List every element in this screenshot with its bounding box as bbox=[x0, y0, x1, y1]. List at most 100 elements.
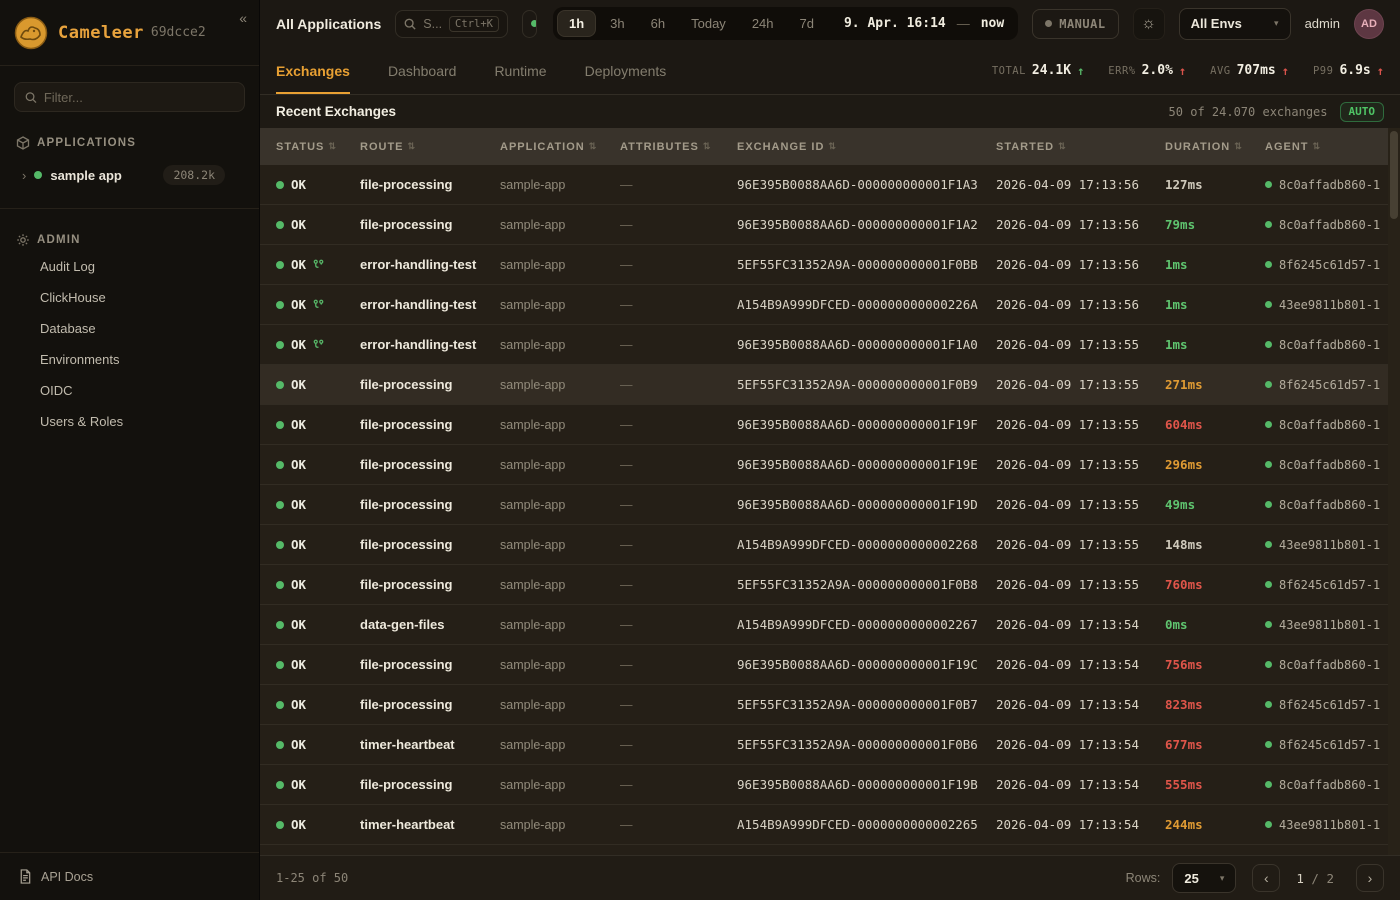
agent-status-dot bbox=[1265, 821, 1272, 828]
sidebar-item-database[interactable]: Database bbox=[0, 313, 259, 344]
table-row[interactable]: OKfile-processingsample-app—96E395B0088A… bbox=[260, 205, 1400, 245]
tab-deployments[interactable]: Deployments bbox=[585, 47, 667, 94]
next-page-button[interactable]: › bbox=[1356, 864, 1384, 892]
sidebar-item-users-roles[interactable]: Users & Roles bbox=[0, 406, 259, 437]
exchange-id-cell: 96E395B0088AA6D-000000000001F1A0 bbox=[737, 337, 996, 352]
app-item-count-badge: 208.2k bbox=[163, 165, 225, 185]
filter-input[interactable] bbox=[44, 90, 234, 105]
started-cell: 2026-04-09 17:13:56 bbox=[996, 257, 1165, 272]
chevron-right-icon[interactable]: › bbox=[22, 168, 26, 183]
started-cell: 2026-04-09 17:13:56 bbox=[996, 217, 1165, 232]
sidebar-collapse-icon[interactable]: « bbox=[239, 10, 247, 26]
column-label: STARTED bbox=[996, 141, 1054, 153]
datetime-to[interactable]: now bbox=[981, 16, 1004, 31]
status-label: OK bbox=[291, 417, 306, 432]
column-header-application[interactable]: APPLICATION⇅ bbox=[500, 141, 620, 153]
attributes-cell: — bbox=[620, 258, 737, 272]
time-range-7d[interactable]: 7d bbox=[788, 10, 826, 37]
avatar[interactable]: AD bbox=[1354, 9, 1384, 39]
column-header-duration[interactable]: DURATION⇅ bbox=[1165, 141, 1265, 153]
attributes-cell: — bbox=[620, 178, 737, 192]
agent-id: 8f6245c61d57-1 bbox=[1279, 378, 1380, 392]
sidebar-item-oidc[interactable]: OIDC bbox=[0, 375, 259, 406]
duration-cell: 127ms bbox=[1165, 177, 1265, 192]
column-label: ATTRIBUTES bbox=[620, 141, 699, 153]
tab-exchanges[interactable]: Exchanges bbox=[276, 47, 350, 94]
table-row[interactable]: OKfile-processingsample-app—5EF55FC31352… bbox=[260, 365, 1400, 405]
agent-id: 8c0affadb860-1 bbox=[1279, 658, 1380, 672]
agent-status-dot bbox=[1265, 501, 1272, 508]
table-row[interactable]: OKfile-processingsample-app—96E395B0088A… bbox=[260, 405, 1400, 445]
datetime-from[interactable]: 9. Apr. 16:14 bbox=[844, 16, 946, 31]
table-row[interactable]: OKfile-processingsample-app—96E395B0088A… bbox=[260, 765, 1400, 805]
status-ok-dot bbox=[276, 461, 284, 469]
table-row[interactable]: OKfile-processingsample-app—96E395B0088A… bbox=[260, 645, 1400, 685]
table-row[interactable]: OKtimer-heartbeatsample-app—A154B9A999DF… bbox=[260, 805, 1400, 845]
time-range-24h[interactable]: 24h bbox=[740, 10, 786, 37]
column-header-agent[interactable]: AGENT⇅ bbox=[1265, 141, 1386, 153]
scrollbar-thumb[interactable] bbox=[1390, 131, 1398, 219]
attributes-cell: — bbox=[620, 498, 737, 512]
time-range-today[interactable]: Today bbox=[679, 10, 738, 37]
time-range-6h[interactable]: 6h bbox=[639, 10, 677, 37]
online-filter-button[interactable]: O bbox=[522, 10, 537, 38]
status-ok-dot bbox=[276, 581, 284, 589]
table-row[interactable]: OKfile-processingsample-app—96E395B0088A… bbox=[260, 165, 1400, 205]
table-footer: 1-25 of 50 Rows: 25 ▾ ‹ 1 / 2 › bbox=[260, 855, 1400, 900]
tab-dashboard[interactable]: Dashboard bbox=[388, 47, 457, 94]
table-row[interactable]: OK error-handling-testsample-app—5EF55FC… bbox=[260, 245, 1400, 285]
manual-refresh-button[interactable]: MANUAL bbox=[1032, 9, 1118, 39]
started-cell: 2026-04-09 17:13:54 bbox=[996, 657, 1165, 672]
duration-cell: 296ms bbox=[1165, 457, 1265, 472]
table-row[interactable]: OKdata-gen-filessample-app—A154B9A999DFC… bbox=[260, 605, 1400, 645]
environment-select[interactable]: All Envs ▾ bbox=[1179, 8, 1291, 40]
status-label: OK bbox=[291, 297, 306, 312]
admin-header-label: ADMIN bbox=[37, 234, 81, 246]
document-icon bbox=[18, 869, 32, 884]
column-header-attributes[interactable]: ATTRIBUTES⇅ bbox=[620, 141, 737, 153]
table-row[interactable]: OKfile-processingsample-app—96E395B0088A… bbox=[260, 485, 1400, 525]
attributes-cell: — bbox=[620, 338, 737, 352]
status-cell: OK bbox=[276, 297, 360, 312]
exchange-id-cell: 96E395B0088AA6D-000000000001F19D bbox=[737, 497, 996, 512]
sidebar-item-environments[interactable]: Environments bbox=[0, 344, 259, 375]
stat-label: ERR% bbox=[1108, 65, 1135, 77]
tab-runtime[interactable]: Runtime bbox=[494, 47, 546, 94]
app-item-label: sample app bbox=[50, 168, 122, 183]
time-range-3h[interactable]: 3h bbox=[598, 10, 636, 37]
stat-err: ERR%2.0%↑ bbox=[1108, 63, 1186, 78]
column-header-status[interactable]: STATUS⇅ bbox=[276, 141, 360, 153]
table-row[interactable]: OK error-handling-testsample-app—96E395B… bbox=[260, 325, 1400, 365]
agent-cell: 8c0affadb860-1 bbox=[1265, 218, 1386, 232]
sidebar-item-clickhouse[interactable]: ClickHouse bbox=[0, 282, 259, 313]
sidebar-item-audit-log[interactable]: Audit Log bbox=[0, 251, 259, 282]
prev-page-button[interactable]: ‹ bbox=[1252, 864, 1280, 892]
column-header-exchange-id[interactable]: EXCHANGE ID⇅ bbox=[737, 141, 996, 153]
agent-id: 43ee9811b801-1 bbox=[1279, 538, 1380, 552]
sidebar-item-api-docs[interactable]: API Docs bbox=[0, 852, 259, 900]
table-row[interactable]: OKfile-processingsample-app—96E395B0088A… bbox=[260, 445, 1400, 485]
column-header-route[interactable]: ROUTE⇅ bbox=[360, 141, 500, 153]
time-range-1h[interactable]: 1h bbox=[557, 10, 596, 37]
table-row[interactable]: OKfile-processingsample-app—5EF55FC31352… bbox=[260, 565, 1400, 605]
sidebar-item-sample-app[interactable]: › sample app 208.2k bbox=[0, 156, 259, 194]
exchanges-count-summary: 50 of 24.070 exchanges bbox=[1169, 105, 1328, 119]
column-header-started[interactable]: STARTED⇅ bbox=[996, 141, 1165, 153]
rows-per-page-select[interactable]: 25 ▾ bbox=[1172, 863, 1236, 893]
global-search-input[interactable]: S... Ctrl+K bbox=[395, 10, 508, 38]
table-row[interactable]: OKfile-processingsample-app—5EF55FC31352… bbox=[260, 685, 1400, 725]
application-cell: sample-app bbox=[500, 458, 620, 472]
theme-toggle-button[interactable]: ☼ bbox=[1133, 8, 1165, 40]
online-status-dot bbox=[531, 20, 537, 27]
table-row[interactable]: OKtimer-heartbeatsample-app—5EF55FC31352… bbox=[260, 725, 1400, 765]
agent-status-dot bbox=[1265, 341, 1272, 348]
auto-refresh-badge[interactable]: AUTO bbox=[1340, 102, 1385, 122]
sort-icon: ⇅ bbox=[408, 141, 417, 152]
exchange-id-cell: 96E395B0088AA6D-000000000001F19F bbox=[737, 417, 996, 432]
datetime-separator: — bbox=[957, 16, 970, 31]
table-row[interactable]: OKfile-processingsample-app—A154B9A999DF… bbox=[260, 525, 1400, 565]
table-row[interactable]: OK error-handling-testsample-app—A154B9A… bbox=[260, 285, 1400, 325]
started-cell: 2026-04-09 17:13:55 bbox=[996, 457, 1165, 472]
filter-input-box[interactable] bbox=[14, 82, 245, 112]
vertical-scrollbar[interactable] bbox=[1388, 128, 1400, 855]
